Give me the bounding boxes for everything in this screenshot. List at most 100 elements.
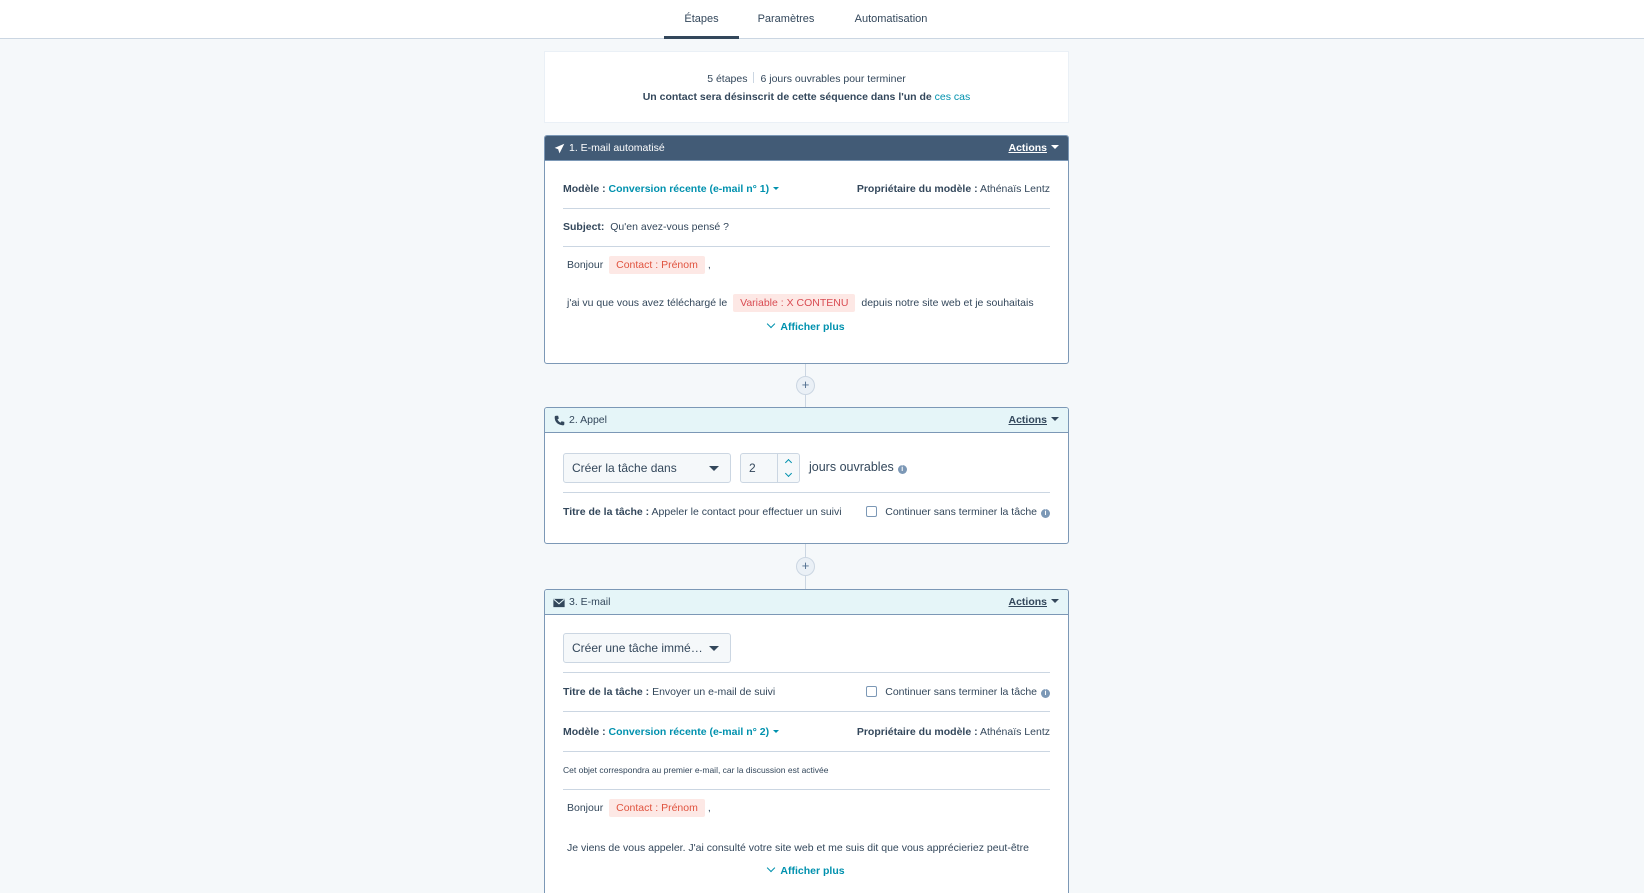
continue-label: Continuer sans terminer la tâche (885, 506, 1037, 518)
task-timing-select[interactable]: Créer la tâche dans (563, 453, 731, 483)
thread-note: Cet objet correspondra au premier e-mail… (563, 765, 829, 775)
template-label: Modèle : (563, 726, 606, 738)
actions-label: Actions (1008, 596, 1047, 608)
chevron-down-icon (767, 319, 776, 329)
greeting-text: Bonjour (567, 802, 604, 814)
step-card-2: 2. Appel Actions Créer la tâche dans jou… (544, 407, 1069, 544)
task-title-value: Appeler le contact pour effectuer un sui… (651, 506, 842, 518)
personalization-token[interactable]: Contact : Prénom (609, 799, 705, 817)
sequence-summary-card: 5 étapes 6 jours ouvrables pour terminer … (544, 51, 1069, 123)
continue-option: Continuer sans terminer la tâche i (866, 506, 1050, 518)
caret-down-icon (773, 187, 780, 190)
email-body-line-2: Je viens de vous appeler. J'ai consulté … (567, 842, 1029, 854)
owner-value: Athénaïs Lentz (979, 726, 1050, 738)
step-count: 5 étapes (707, 73, 748, 85)
task-timing-value: Créer une tâche immé… (572, 641, 703, 655)
template-value: Conversion récente (e-mail n° 2) (608, 726, 770, 738)
task-timing-select[interactable]: Créer une tâche immé… (563, 633, 731, 663)
show-more-link[interactable]: Afficher plus (545, 319, 1068, 333)
template-row: Modèle : Conversion récente (e-mail n° 1… (563, 183, 1050, 195)
tab-automatisation[interactable]: Automatisation (845, 0, 937, 39)
step-title: 2. Appel (569, 414, 607, 426)
add-step-button[interactable]: + (796, 557, 815, 576)
envelope-icon (553, 590, 565, 615)
increment-button[interactable] (778, 454, 799, 468)
add-step-button[interactable]: + (796, 376, 815, 395)
step-card-1: 1. E-mail automatisé Actions Modèle : Co… (544, 135, 1069, 364)
step-header: 1. E-mail automatisé Actions (545, 136, 1068, 161)
unenroll-criteria-link[interactable]: ces cas (935, 91, 971, 103)
divider (753, 72, 755, 83)
show-more-label: Afficher plus (780, 321, 845, 333)
divider (563, 246, 1050, 247)
caret-down-icon (1051, 417, 1059, 421)
caret-down-icon (1051, 599, 1059, 603)
body-text: j'ai vu que vous avez téléchargé le (567, 297, 728, 309)
greeting-text: Bonjour (567, 259, 604, 271)
actions-dropdown[interactable]: Actions (1008, 136, 1059, 161)
delay-unit: jours ouvrables (809, 460, 894, 474)
task-title-value: Envoyer un e-mail de suivi (652, 686, 776, 698)
greeting-punct: , (707, 259, 711, 271)
task-title-label: Titre de la tâche : (563, 506, 650, 518)
paper-plane-icon (553, 136, 565, 161)
chevron-down-icon (784, 469, 793, 478)
actions-label: Actions (1008, 414, 1047, 426)
sequence-tab-bar: Étapes Paramètres Automatisation (0, 0, 1644, 39)
email-body-line-2: j'ai vu que vous avez téléchargé le Vari… (567, 294, 1050, 312)
delay-unit-row: jours ouvrables i (809, 460, 1050, 474)
divider (563, 672, 1050, 673)
divider (563, 789, 1050, 790)
divider (563, 492, 1050, 493)
chevron-down-icon (767, 863, 776, 873)
template-select[interactable]: Conversion récente (e-mail n° 1) (609, 183, 780, 195)
duration-text: 6 jours ouvrables pour terminer (760, 73, 906, 85)
template-select[interactable]: Conversion récente (e-mail n° 2) (609, 726, 780, 738)
task-title-label: Titre de la tâche : (563, 686, 650, 698)
info-icon[interactable]: i (897, 465, 907, 474)
show-more-link[interactable]: Afficher plus (545, 863, 1068, 877)
divider (563, 208, 1050, 209)
step-title: 3. E-mail (569, 596, 611, 608)
actions-dropdown[interactable]: Actions (1008, 590, 1059, 615)
phone-icon (553, 408, 565, 433)
task-title-row: Titre de la tâche : Envoyer un e-mail de… (563, 686, 1050, 698)
subject-value: Qu'en avez-vous pensé ? (610, 221, 730, 233)
template-value: Conversion récente (e-mail n° 1) (608, 183, 770, 195)
continue-option: Continuer sans terminer la tâche i (866, 686, 1050, 698)
body-text: depuis notre site web et je souhaitais (861, 297, 1034, 309)
info-icon[interactable]: i (1041, 689, 1050, 698)
unenroll-text: Un contact sera désinscrit de cette séqu… (642, 91, 932, 103)
variable-token[interactable]: Variable : X CONTENU (733, 294, 856, 312)
task-title-row: Titre de la tâche : Appeler le contact p… (563, 506, 1050, 518)
task-timing-value: Créer la tâche dans (572, 461, 677, 475)
tab-parametres[interactable]: Paramètres (751, 0, 821, 39)
unenroll-notice: Un contact sera désinscrit de cette séqu… (545, 91, 1068, 103)
continue-label: Continuer sans terminer la tâche (885, 686, 1037, 698)
greeting-punct: , (707, 802, 711, 814)
info-icon[interactable]: i (1041, 509, 1050, 518)
chevron-up-icon (784, 458, 793, 467)
email-body-line-1: Bonjour Contact : Prénom, (567, 799, 1050, 817)
decrement-button[interactable] (778, 468, 799, 482)
subject-label: Subject: (563, 221, 605, 233)
template-label: Modèle : (563, 183, 606, 195)
caret-down-icon (709, 466, 719, 471)
owner-value: Athénaïs Lentz (979, 183, 1050, 195)
template-row: Modèle : Conversion récente (e-mail n° 2… (563, 726, 1050, 738)
personalization-token[interactable]: Contact : Prénom (609, 256, 705, 274)
caret-down-icon (709, 646, 719, 651)
tab-etapes[interactable]: Étapes (664, 0, 739, 39)
show-more-label: Afficher plus (780, 865, 845, 877)
caret-down-icon (773, 730, 780, 733)
delay-input[interactable] (741, 454, 777, 482)
divider (563, 751, 1050, 752)
continue-checkbox[interactable] (866, 686, 878, 697)
step-title: 1. E-mail automatisé (569, 142, 665, 154)
stepper-buttons (777, 454, 799, 482)
continue-checkbox[interactable] (866, 506, 878, 517)
summary-stats: 5 étapes 6 jours ouvrables pour terminer (545, 72, 1068, 85)
actions-dropdown[interactable]: Actions (1008, 408, 1059, 433)
delay-stepper[interactable] (740, 453, 800, 483)
caret-down-icon (1051, 145, 1059, 149)
